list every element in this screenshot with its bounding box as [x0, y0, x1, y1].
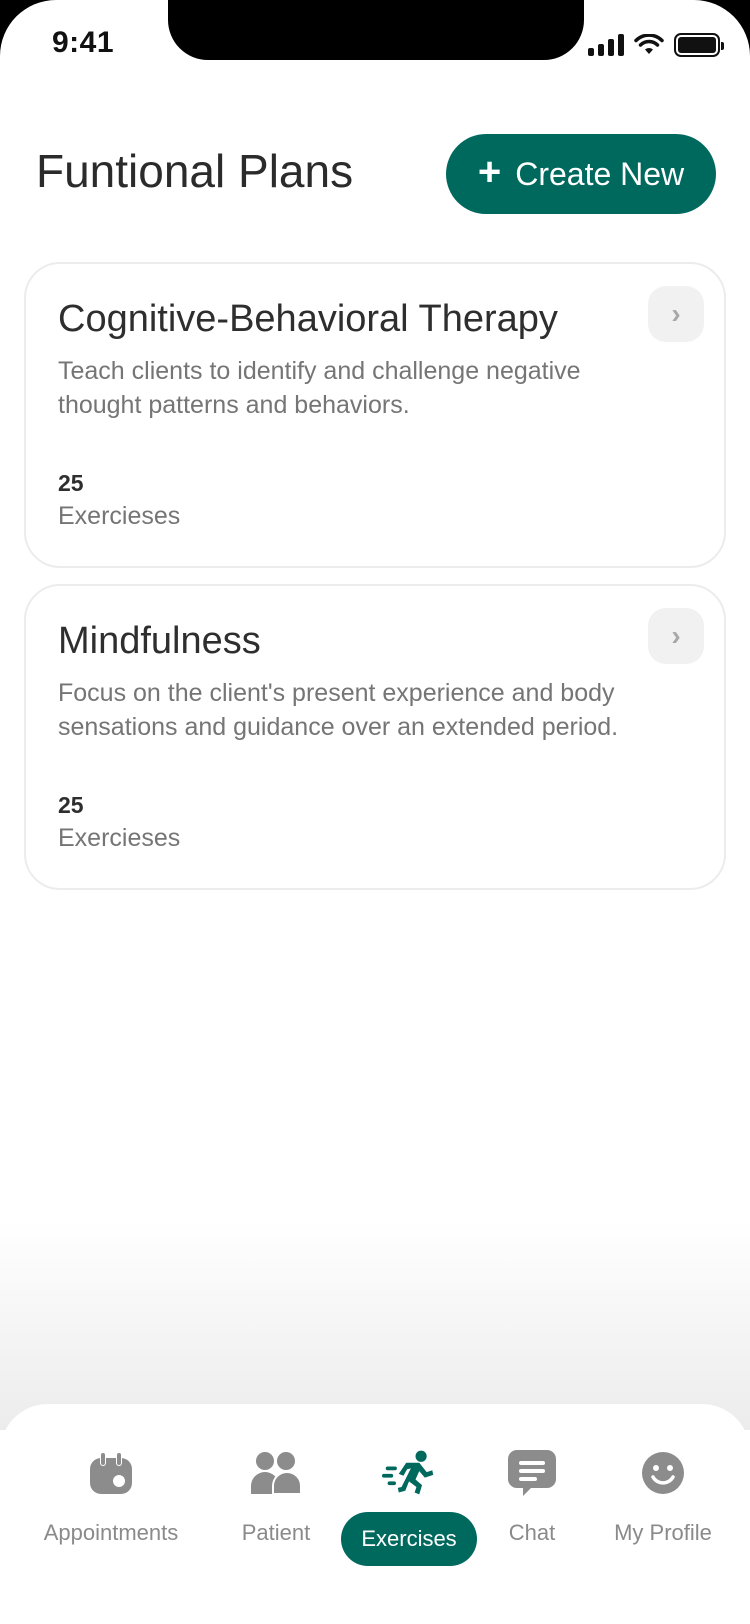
exercise-count: 25 [58, 470, 84, 496]
plan-card[interactable]: Mindfulness › Focus on the client's pres… [24, 584, 726, 890]
nav-item-my-profile[interactable]: My Profile [600, 1446, 726, 1546]
plan-description: Teach clients to identify and challenge … [58, 357, 581, 419]
screen: 9:41 Funtional Plans + Create New Cognit… [0, 0, 750, 1624]
people-icon [249, 1446, 303, 1500]
status-time: 9:41 [52, 26, 115, 59]
page-title: Funtional Plans [36, 145, 354, 197]
running-icon [382, 1446, 436, 1500]
plan-title: Mindfulness [58, 620, 261, 662]
battery-icon [674, 33, 724, 57]
plan-card[interactable]: Cognitive-Behavioral Therapy › Teach cli… [24, 262, 726, 568]
exercise-count-label: Exercieses [58, 824, 181, 852]
background-fade [0, 1220, 750, 1430]
plan-title: Cognitive-Behavioral Therapy [58, 298, 558, 340]
nav-label: Chat [508, 1520, 556, 1545]
nav-label: Exercises [341, 1512, 477, 1566]
nav-item-chat[interactable]: Chat [494, 1446, 570, 1546]
nav-label: Appointments [43, 1520, 179, 1545]
create-new-button[interactable]: + Create New [446, 134, 716, 214]
chat-icon [505, 1446, 559, 1500]
status-icons [588, 33, 724, 57]
nav-label: My Profile [614, 1520, 712, 1545]
wifi-icon [634, 34, 664, 54]
plus-icon: + [477, 150, 502, 194]
chevron-right-icon[interactable]: › [648, 608, 704, 664]
nav-item-appointments[interactable]: Appointments [38, 1446, 184, 1546]
plan-description: Focus on the client's present experience… [58, 679, 619, 741]
cellular-signal-icon [588, 34, 624, 56]
nav-item-exercises[interactable]: Exercises [341, 1446, 477, 1566]
exercise-count: 25 [58, 792, 84, 818]
create-new-label: Create New [515, 155, 685, 192]
exercise-count-label: Exercieses [58, 502, 181, 530]
calendar-icon [84, 1446, 138, 1500]
bottom-navigation: Appointments Patient Exercises Chat My P… [0, 1404, 750, 1624]
smiley-icon [636, 1446, 690, 1500]
device-notch [168, 0, 584, 60]
nav-label: Patient [241, 1520, 311, 1545]
nav-item-patient[interactable]: Patient [226, 1446, 326, 1546]
chevron-right-icon[interactable]: › [648, 286, 704, 342]
